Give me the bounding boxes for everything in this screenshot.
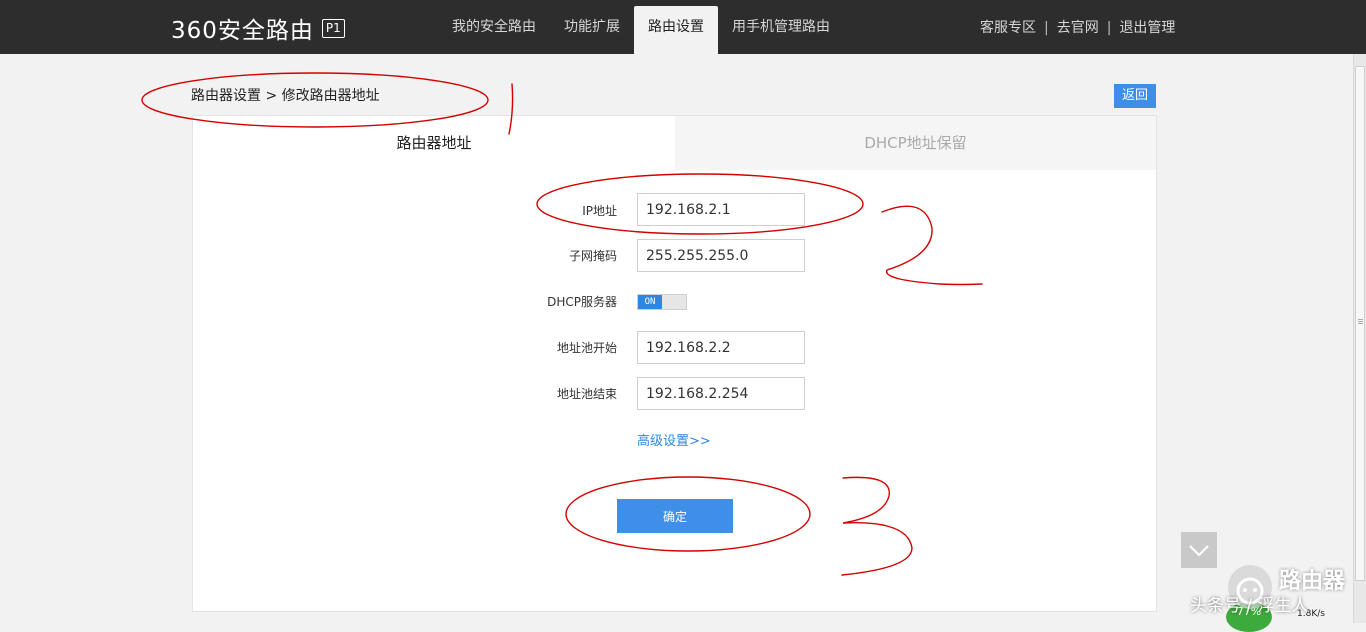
subnet-mask-input[interactable]	[637, 239, 805, 272]
top-bar: 360安全路由 P1 我的安全路由 功能扩展 路由设置 用手机管理路由 客服专区…	[0, 0, 1366, 54]
dhcp-server-label: DHCP服务器	[547, 295, 617, 309]
brand-logo[interactable]: 360安全路由 P1	[171, 14, 345, 44]
scrollbar-thumb[interactable]	[1355, 66, 1365, 581]
official-site-link[interactable]: 去官网	[1057, 0, 1099, 54]
confirm-button[interactable]: 确定	[617, 499, 733, 533]
ip-input[interactable]	[637, 193, 805, 226]
watermark: 路由器 头条号 / 浮生人	[1190, 563, 1360, 623]
pool-start-input[interactable]	[637, 331, 805, 364]
ip-label: IP地址	[582, 204, 617, 218]
page-scrollbar[interactable]	[1353, 54, 1366, 623]
grip-icon	[1358, 319, 1363, 320]
scroll-down-button[interactable]	[1181, 532, 1217, 568]
nav-my-router[interactable]: 我的安全路由	[438, 0, 550, 54]
tab-router-address[interactable]: 路由器地址	[193, 116, 675, 170]
network-percent: 77%	[1236, 605, 1262, 618]
network-monitor-ball[interactable]: 77%	[1226, 602, 1272, 632]
main-nav: 我的安全路由 功能扩展 路由设置 用手机管理路由	[438, 0, 844, 54]
brand-name: 360安全路由	[171, 18, 314, 44]
back-button[interactable]: 返回	[1114, 84, 1156, 108]
support-link[interactable]: 客服专区	[980, 0, 1036, 54]
chevron-down-icon	[1189, 545, 1209, 557]
subnet-mask-label: 子网掩码	[568, 249, 617, 263]
nav-mobile-manage[interactable]: 用手机管理路由	[718, 0, 844, 54]
model-badge: P1	[321, 18, 345, 38]
dhcp-toggle-state: ON	[638, 295, 662, 309]
link-separator: |	[1044, 20, 1049, 36]
logout-link[interactable]: 退出管理	[1119, 0, 1175, 54]
settings-card: 路由器地址 DHCP地址保留 IP地址 子网掩码 DHCP服务器 ON 地址池开…	[192, 115, 1157, 612]
nav-router-settings[interactable]: 路由设置	[634, 6, 718, 54]
nav-extensions[interactable]: 功能扩展	[550, 0, 634, 54]
dhcp-toggle[interactable]: ON	[637, 294, 687, 310]
advanced-settings-link[interactable]: 高级设置>>	[637, 430, 711, 449]
link-separator: |	[1106, 20, 1112, 36]
top-links: 客服专区 | 去官网 | 退出管理	[980, 0, 1175, 54]
tab-dhcp-reservation[interactable]: DHCP地址保留	[675, 116, 1156, 170]
pool-start-label: 地址池开始	[556, 341, 617, 355]
pool-end-label: 地址池结束	[556, 387, 617, 401]
pool-end-input[interactable]	[637, 377, 805, 410]
watermark-title: 路由器	[1279, 569, 1346, 594]
network-speed: 1.8K/s	[1297, 609, 1325, 619]
breadcrumb: 路由器设置 > 修改路由器地址	[191, 88, 380, 104]
